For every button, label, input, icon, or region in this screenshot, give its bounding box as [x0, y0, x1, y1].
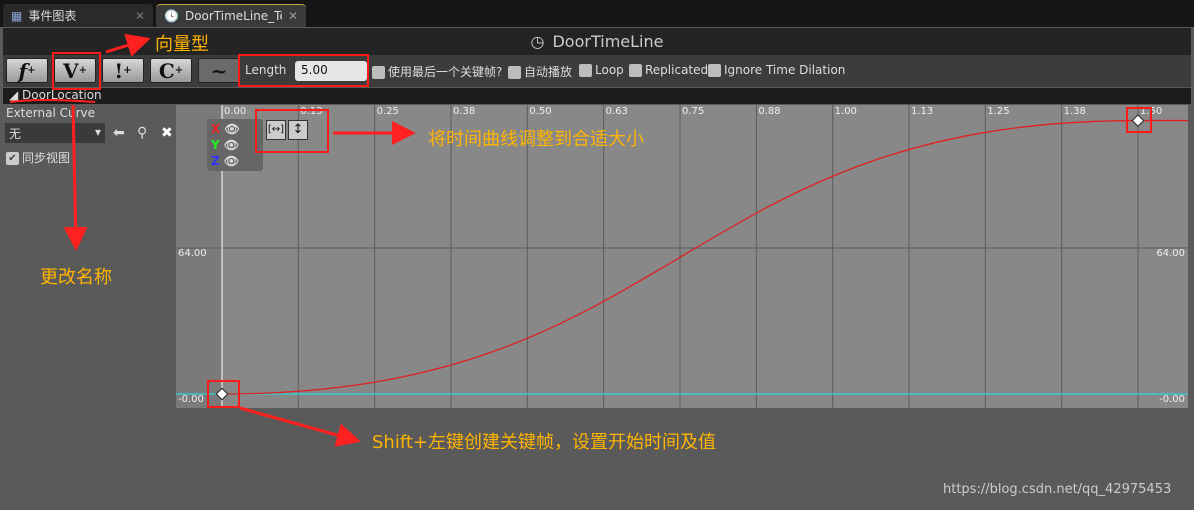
watermark: https://blog.csdn.net/qq_42975453	[943, 482, 1172, 497]
